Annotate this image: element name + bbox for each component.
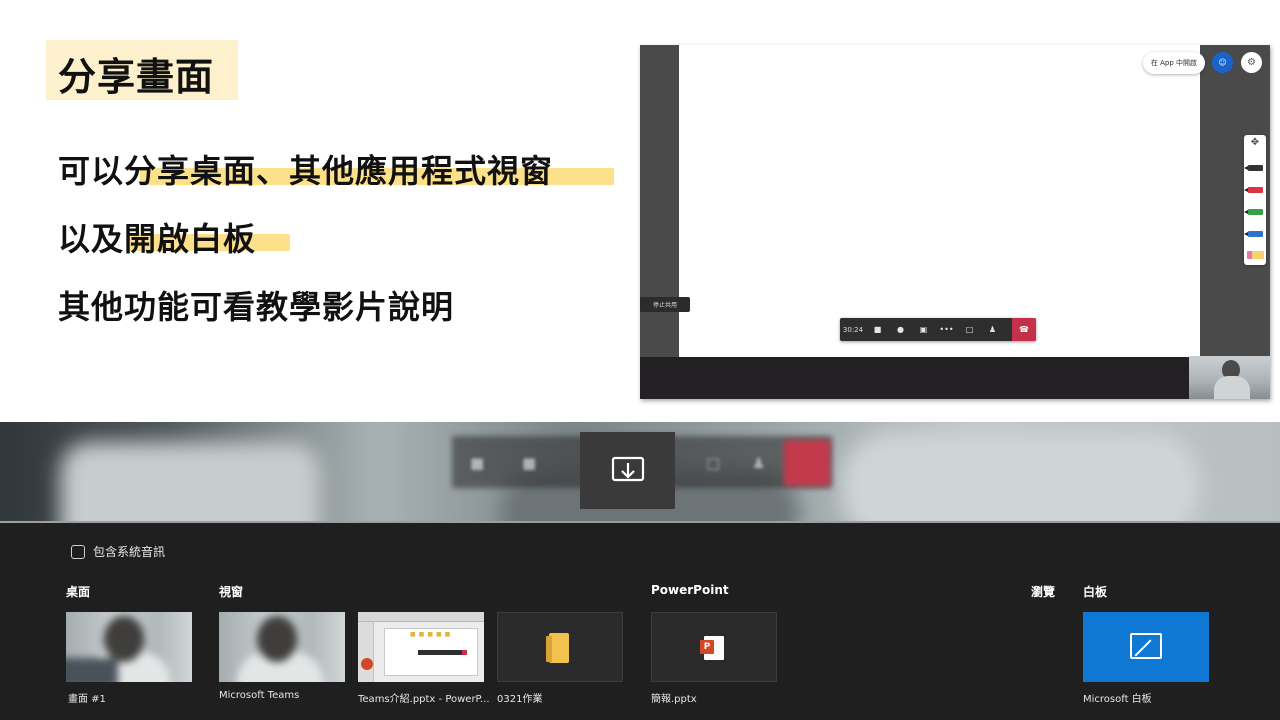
move-icon[interactable]: ✥ — [1244, 137, 1266, 148]
preview-person-head — [104, 616, 144, 662]
teams-meeting-screenshot: 在 App 中開啟 ☺ ⚙ ✥ 停止共用 30:24 ■ ● ▣ ••• □ ♟… — [640, 45, 1270, 399]
powerpoint-app-icon — [361, 658, 373, 670]
blurred-chat-icon: □ — [706, 454, 721, 472]
self-video-thumbnail — [1189, 356, 1270, 399]
ppt-slide-bar-end — [462, 650, 467, 655]
chat-icon[interactable]: □ — [958, 325, 981, 334]
powerpoint-badge-icon: P — [700, 640, 714, 654]
pen-toolbar: ✥ — [1244, 135, 1266, 265]
preview-person-head — [257, 616, 297, 662]
video-blob-right — [840, 432, 1200, 521]
open-in-app-button[interactable]: 在 App 中開啟 — [1143, 52, 1205, 74]
camera-icon[interactable]: ■ — [866, 325, 889, 334]
ppt-ribbon — [358, 612, 484, 622]
slide-line-2: 以及開啟白板 — [58, 220, 257, 258]
share-tray-icon — [611, 456, 644, 481]
whiteboard-caption: Microsoft 白板 — [1083, 694, 1152, 705]
whiteboard-thumbnail[interactable] — [1083, 612, 1209, 682]
green-pen-icon[interactable] — [1244, 209, 1263, 215]
tray-divider — [0, 521, 1280, 523]
section-powerpoint: PowerPoint — [651, 583, 729, 597]
hang-up-icon[interactable]: ☎ — [1012, 318, 1036, 341]
folder-window-thumbnail[interactable] — [497, 612, 623, 682]
microphone-icon[interactable]: ● — [889, 325, 912, 334]
call-timer: 30:24 — [842, 325, 864, 334]
teams-window-thumbnail[interactable] — [219, 612, 345, 682]
eraser-icon[interactable] — [1247, 251, 1264, 259]
screen-1-preview — [66, 612, 192, 682]
teams-window-preview — [219, 612, 345, 682]
include-audio-checkbox[interactable] — [71, 544, 85, 559]
ppt-slide-rail — [358, 622, 374, 682]
red-pen-icon[interactable] — [1244, 187, 1263, 193]
whiteboard-canvas — [679, 45, 1200, 357]
pptx-file-icon: P — [700, 636, 724, 660]
section-window: 視窗 — [219, 585, 244, 599]
video-person-body — [1214, 376, 1250, 399]
call-control-bar: 30:24 ■ ● ▣ ••• □ ♟ ☎ — [840, 318, 1036, 341]
slide-title: 分享畫面 — [58, 55, 215, 99]
share-content-button[interactable] — [580, 432, 675, 509]
blurred-video-background: ■ ■ □ ♟ — [0, 422, 1280, 521]
screen-1-caption: 畫面 #1 — [68, 694, 106, 705]
section-whiteboard: 白板 — [1083, 585, 1108, 599]
blurred-hang-up — [784, 440, 830, 486]
folder-icon — [546, 633, 569, 663]
share-tray: 包含系統音訊 桌面 視窗 PowerPoint 瀏覽 白板 畫面 #1 Micr… — [0, 521, 1280, 720]
user-icon[interactable]: ☺ — [1212, 52, 1233, 73]
section-desktop: 桌面 — [66, 585, 91, 599]
include-audio-label: 包含系統音訊 — [93, 545, 166, 559]
blurred-people-icon: ♟ — [752, 454, 766, 472]
whiteboard-icon — [1130, 633, 1162, 659]
teams-window-caption: Microsoft Teams — [219, 690, 300, 701]
ppt-window-thumbnail[interactable]: ■■■■■ — [358, 612, 484, 682]
pptx-file-caption: 簡報.pptx — [651, 694, 697, 705]
blurred-camera-icon: ■ — [522, 454, 537, 472]
share-screen-icon[interactable]: ▣ — [912, 325, 935, 334]
video-blob-left — [60, 442, 320, 521]
participants-icon[interactable]: ♟ — [981, 325, 1004, 334]
screenshot-bottom-strip — [640, 357, 1270, 399]
blue-pen-icon[interactable] — [1244, 231, 1263, 237]
stop-sharing-button[interactable]: 停止共用 — [640, 297, 690, 312]
browse-button[interactable]: 瀏覽 — [1031, 583, 1055, 600]
slide-line-3: 其他功能可看教學影片說明 — [58, 288, 455, 326]
ppt-slide-bar — [418, 650, 466, 655]
pptx-file-thumbnail[interactable]: P — [651, 612, 777, 682]
blurred-timer-icon: ■ — [470, 454, 485, 472]
ppt-slide-decor: ■■■■■ — [410, 631, 454, 638]
folder-window-caption: 0321作業 — [497, 694, 543, 705]
screen-1-thumbnail[interactable] — [66, 612, 192, 682]
black-pen-icon[interactable] — [1244, 165, 1263, 171]
ppt-window-caption: Teams介紹.pptx - PowerP... — [358, 694, 490, 705]
preview-dark-area — [66, 658, 118, 682]
gear-icon[interactable]: ⚙ — [1241, 52, 1262, 73]
include-system-audio-option[interactable]: 包含系統音訊 — [71, 543, 165, 560]
slide-line-1: 可以分享桌面、其他應用程式視窗 — [58, 152, 554, 190]
more-options-icon[interactable]: ••• — [935, 325, 958, 334]
